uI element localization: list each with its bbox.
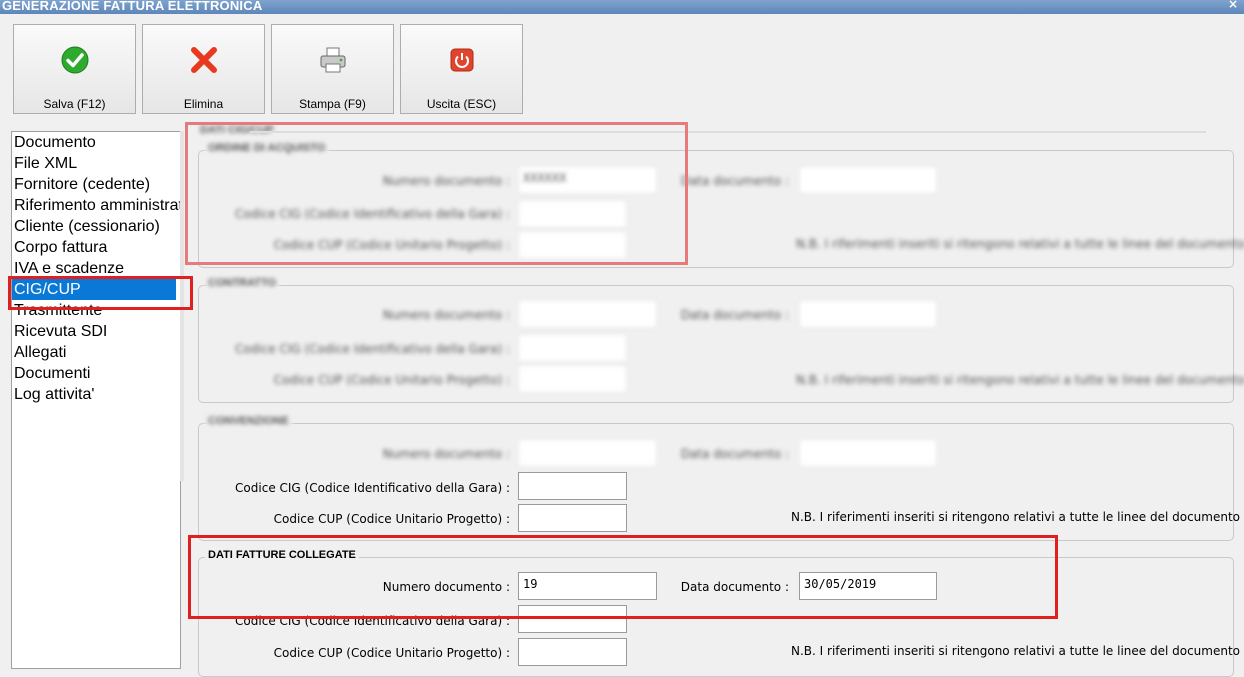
window-title: GENERAZIONE FATTURA ELETTRONICA: [2, 0, 263, 13]
delete-button[interactable]: Elimina: [142, 24, 265, 114]
exit-button-label: Uscita (ESC): [426, 97, 497, 111]
red-x-icon: [191, 47, 217, 73]
close-icon[interactable]: ×: [1228, 0, 1238, 11]
group-title: CONVENZIONE: [205, 415, 292, 427]
codice-cig-input[interactable]: [518, 472, 627, 500]
check-circle-icon: [61, 46, 89, 74]
data-documento-input[interactable]: [799, 300, 937, 328]
codice-cig-input[interactable]: [518, 334, 627, 362]
nav-item-documenti[interactable]: Documenti: [12, 363, 180, 384]
nb-note: N.B. I riferimenti inseriti si ritengono…: [796, 237, 1244, 251]
nav-item-cliente[interactable]: Cliente (cessionario): [12, 216, 180, 237]
nb-note: N.B. I riferimenti inseriti si ritengono…: [796, 373, 1244, 387]
nav-item-file-xml[interactable]: File XML: [12, 153, 180, 174]
group-title: CONTRATTO: [205, 277, 280, 289]
codice-cig-label: Codice CIG (Codice Identificativo della …: [235, 481, 510, 495]
save-button-label: Salva (F12): [43, 97, 106, 111]
nav-item-allegati[interactable]: Allegati: [12, 342, 180, 363]
highlight-fatture-collegate: [188, 535, 1058, 619]
nav-item-ricevuta-sdi[interactable]: Ricevuta SDI: [12, 321, 180, 342]
highlight-cig-cup-nav: [8, 276, 193, 310]
codice-cup-label: Codice CUP (Codice Unitario Progetto) :: [273, 646, 510, 660]
nav-item-documento[interactable]: Documento: [12, 132, 180, 153]
power-icon: [450, 48, 474, 72]
numero-documento-input[interactable]: [518, 439, 657, 467]
title-bar: GENERAZIONE FATTURA ELETTRONICA ×: [0, 0, 1244, 14]
numero-documento-input[interactable]: [518, 300, 657, 328]
print-button-label: Stampa (F9): [299, 97, 366, 111]
exit-button[interactable]: Uscita (ESC): [400, 24, 523, 114]
codice-cig-label: Codice CIG (Codice Identificativo della …: [235, 342, 510, 356]
section-nav-list[interactable]: Documento File XML Fornitore (cedente) R…: [11, 131, 181, 669]
nav-item-log-attivita[interactable]: Log attivita': [12, 384, 180, 405]
numero-documento-label: Numero documento :: [382, 308, 510, 322]
save-button[interactable]: Salva (F12): [13, 24, 136, 114]
codice-cup-input[interactable]: [518, 365, 627, 393]
data-documento-input[interactable]: [799, 439, 937, 467]
print-button[interactable]: Stampa (F9): [271, 24, 394, 114]
printer-icon: [320, 47, 346, 73]
codice-cup-label: Codice CUP (Codice Unitario Progetto) :: [273, 373, 510, 387]
nb-note: N.B. I riferimenti inseriti si ritengono…: [791, 644, 1240, 658]
data-documento-label: Data documento :: [680, 447, 789, 461]
highlight-ordine-acquisto: [185, 122, 688, 265]
data-documento-label: Data documento :: [680, 308, 789, 322]
numero-documento-label: Numero documento :: [382, 447, 510, 461]
codice-cup-label: Codice CUP (Codice Unitario Progetto) :: [273, 512, 510, 526]
nav-item-corpo-fattura[interactable]: Corpo fattura: [12, 237, 180, 258]
delete-button-label: Elimina: [183, 97, 224, 111]
data-documento-label: Data documento :: [680, 174, 789, 188]
codice-cup-input[interactable]: [518, 504, 627, 532]
data-documento-input[interactable]: [799, 166, 937, 194]
codice-cup-input[interactable]: [518, 638, 627, 666]
nav-item-fornitore[interactable]: Fornitore (cedente): [12, 174, 180, 195]
nav-item-riferimento-amministrativo[interactable]: Riferimento amministrativo: [12, 195, 180, 216]
nb-note: N.B. I riferimenti inseriti si ritengono…: [791, 510, 1240, 524]
